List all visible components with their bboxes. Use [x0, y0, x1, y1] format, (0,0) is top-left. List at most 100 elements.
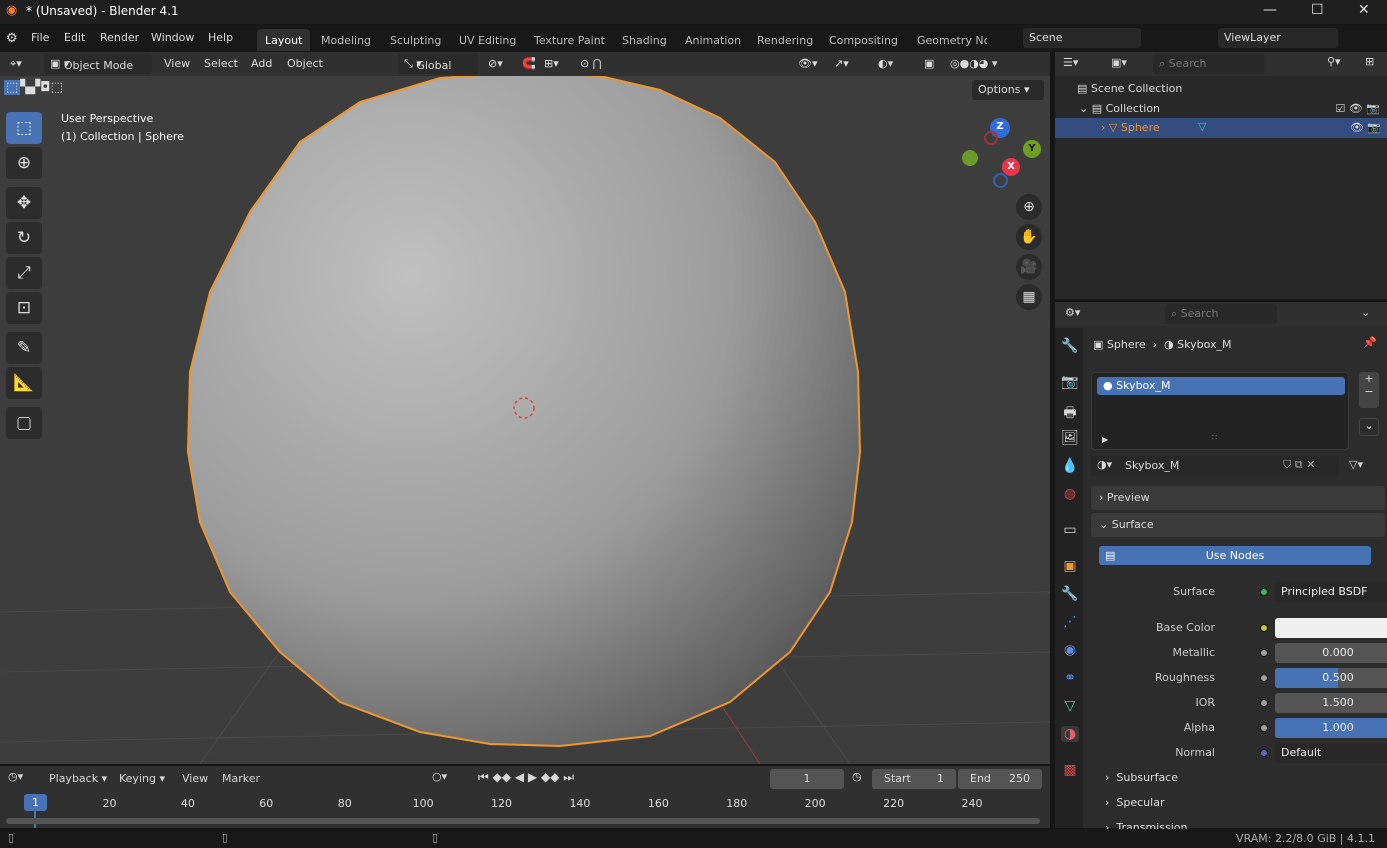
scene-selector[interactable]: Scene: [1023, 28, 1141, 48]
browse-material-icon[interactable]: ◑▾: [1097, 458, 1112, 471]
annotate-tool-icon[interactable]: ✎: [6, 332, 42, 364]
overlays-icon[interactable]: ◐▾: [878, 57, 893, 70]
preview-range-icon[interactable]: ◷: [852, 770, 862, 783]
transform-tool-icon[interactable]: ⊡: [6, 292, 42, 324]
link-data-icon[interactable]: ▽▾: [1349, 458, 1363, 471]
fake-user-icon[interactable]: ⛉ ⧉ ✕: [1283, 458, 1315, 472]
render-tab-icon[interactable]: 📷: [1061, 374, 1079, 390]
particles-tab-icon[interactable]: ⋰: [1061, 614, 1079, 630]
outliner-item-collection[interactable]: ⌄ ▤ Collection ☑ 👁 📷: [1079, 102, 1384, 115]
constraints-tab-icon[interactable]: ⚭: [1061, 670, 1079, 686]
normal-field[interactable]: Default: [1275, 743, 1387, 763]
gizmo-icon[interactable]: ↗▾: [834, 57, 849, 70]
outliner-item-sphere[interactable]: › ▽ Sphere ▽ 👁 📷: [1055, 118, 1387, 138]
tab-uv-editing[interactable]: UV Editing: [451, 29, 524, 51]
auto-keying-icon[interactable]: ○▾: [432, 770, 447, 783]
keying-menu[interactable]: Keying ▾: [119, 772, 165, 785]
filter-icon[interactable]: ⚲▾: [1327, 55, 1341, 68]
material-slot[interactable]: ● Skybox_M: [1097, 377, 1345, 395]
surface-shader-field[interactable]: Principled BSDF: [1275, 582, 1387, 602]
material-tab-icon[interactable]: ◑: [1061, 726, 1079, 742]
subsurface-subpanel[interactable]: › Subsurface: [1105, 771, 1178, 784]
material-selector[interactable]: ◑▾ Skybox_M ⛉ ⧉ ✕: [1091, 456, 1339, 476]
playhead[interactable]: 1: [24, 794, 47, 811]
orientation-selector[interactable]: ⤡ Global ▾: [398, 54, 478, 74]
menu-render[interactable]: Render: [100, 31, 139, 44]
shading-modes-icon[interactable]: ◎●◑◕ ▾: [950, 57, 997, 70]
modifier-tab-icon[interactable]: 🔧: [1061, 586, 1079, 602]
texture-tab-icon[interactable]: ▩: [1061, 762, 1079, 778]
properties-search[interactable]: ⌕ Search: [1165, 304, 1277, 324]
gizmo-y-axis[interactable]: Y: [1023, 140, 1041, 158]
tab-rendering[interactable]: Rendering: [749, 29, 821, 51]
select-box-tool-icon[interactable]: ⬚: [6, 112, 42, 144]
gizmo-neg-x[interactable]: [984, 131, 998, 145]
tool-tab-icon[interactable]: 🔧: [1061, 338, 1079, 354]
menu-select[interactable]: Select: [204, 57, 238, 70]
move-tool-icon[interactable]: ✥: [6, 187, 42, 219]
resize-handle[interactable]: ∷: [1212, 433, 1217, 442]
options-chevron-icon[interactable]: ⌄: [1361, 306, 1370, 319]
menu-help[interactable]: Help: [208, 31, 233, 44]
maximize-button[interactable]: ☐: [1311, 2, 1324, 18]
visibility-icon[interactable]: 👁▾: [798, 57, 818, 70]
pin-icon[interactable]: 📌: [1363, 336, 1377, 349]
world-tab-icon[interactable]: ◍: [1061, 486, 1079, 502]
view-menu[interactable]: View: [182, 772, 208, 785]
add-remove-slot-buttons[interactable]: + −: [1359, 372, 1379, 408]
expand-icon[interactable]: ▶: [1102, 435, 1108, 444]
tab-modeling[interactable]: Modeling: [313, 29, 379, 51]
menu-window[interactable]: Window: [151, 31, 194, 44]
outliner-search[interactable]: ⌕ Search: [1153, 54, 1265, 74]
physics-tab-icon[interactable]: ◉: [1061, 642, 1079, 658]
rotate-tool-icon[interactable]: ↻: [6, 222, 42, 254]
mesh-data-icon[interactable]: ▽: [1198, 120, 1206, 133]
tab-compositing[interactable]: Compositing: [821, 29, 906, 51]
view-layer-selector[interactable]: ViewLayer: [1218, 28, 1338, 48]
scale-tool-icon[interactable]: ⤢: [6, 257, 42, 289]
slot-specials-button[interactable]: ⌄: [1359, 418, 1379, 436]
data-tab-icon[interactable]: ▽: [1061, 698, 1079, 714]
3d-viewport[interactable]: ⌖▾ ▣ Object Mode ▾ View Select Add Objec…: [0, 52, 1050, 764]
end-frame-field[interactable]: End 250: [958, 769, 1042, 789]
gizmo-neg-y[interactable]: [962, 150, 978, 166]
menu-edit[interactable]: Edit: [64, 31, 85, 44]
tab-layout[interactable]: Layout: [257, 29, 311, 51]
menu-file[interactable]: File: [31, 31, 49, 44]
editor-type-icon[interactable]: ◷▾: [8, 770, 23, 783]
timeline[interactable]: ◷▾ Playback ▾ Keying ▾ View Marker ○▾ ⏮ …: [0, 766, 1050, 828]
start-frame-field[interactable]: Start 1: [872, 769, 956, 789]
minimize-button[interactable]: —: [1263, 2, 1277, 18]
cursor-tool-icon[interactable]: ⊕: [6, 147, 42, 179]
perspective-grid-icon[interactable]: ▦: [1016, 284, 1042, 310]
use-nodes-button[interactable]: ▤ Use Nodes: [1099, 546, 1371, 565]
tab-animation[interactable]: Animation: [677, 29, 749, 51]
marker-menu[interactable]: Marker: [222, 772, 260, 785]
snap-target-icon[interactable]: ⊞▾: [544, 57, 559, 70]
new-collection-icon[interactable]: ⊞: [1365, 55, 1374, 68]
roughness-slider[interactable]: 0.500: [1275, 668, 1387, 688]
metallic-slider[interactable]: 0.000: [1275, 643, 1387, 663]
alpha-slider[interactable]: 1.000: [1275, 718, 1387, 738]
measure-tool-icon[interactable]: 📐: [6, 367, 42, 399]
pivot-icon[interactable]: ⊘▾: [488, 57, 503, 70]
snap-icon[interactable]: 🧲: [522, 57, 536, 70]
surface-panel-header[interactable]: ⌄ Surface: [1091, 513, 1385, 537]
filter-view-icon[interactable]: ▣▾: [1111, 56, 1127, 69]
blender-menu-icon[interactable]: ⚙: [6, 31, 18, 46]
xray-icon[interactable]: ▣: [924, 57, 934, 70]
menu-add[interactable]: Add: [251, 57, 272, 70]
editor-type-icon[interactable]: ⌖▾: [10, 57, 22, 71]
base-color-swatch[interactable]: [1275, 618, 1387, 638]
editor-type-icon[interactable]: ⚙▾: [1065, 306, 1080, 319]
scene-tab-icon[interactable]: 💧: [1061, 458, 1079, 474]
ior-slider[interactable]: 1.500: [1275, 693, 1387, 713]
playback-controls[interactable]: ⏮ ◆◆ ◀ ▶ ◆◆ ⏭: [478, 770, 574, 785]
visibility-toggles[interactable]: 👁 📷: [1350, 121, 1381, 134]
pan-hand-icon[interactable]: ✋: [1016, 224, 1042, 250]
preview-panel-header[interactable]: › Preview: [1091, 486, 1385, 510]
material-name-field[interactable]: Skybox_M: [1125, 459, 1179, 472]
display-mode-icon[interactable]: ☰▾: [1063, 56, 1078, 69]
zoom-icon[interactable]: ⊕: [1016, 194, 1042, 220]
collection-tab-icon[interactable]: ▭: [1061, 522, 1079, 538]
